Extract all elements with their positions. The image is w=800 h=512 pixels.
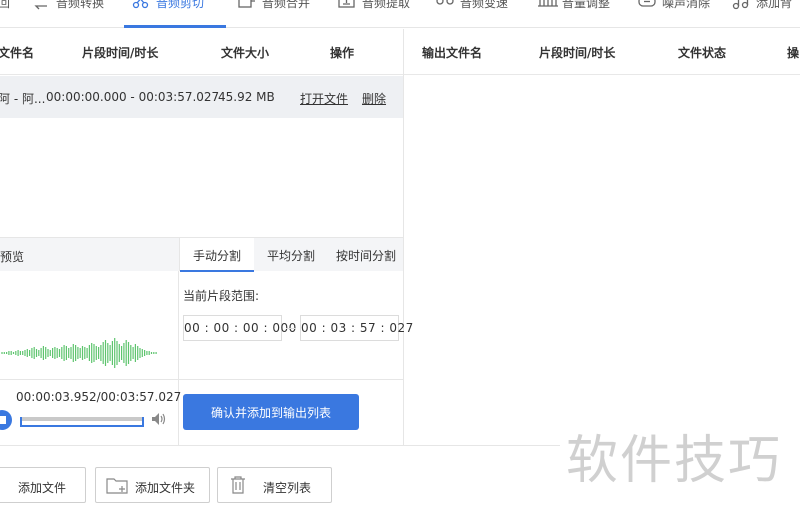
toolbar-item-label: 音频剪切	[156, 0, 205, 10]
music-note-icon	[732, 0, 750, 10]
header-output-status: 文件状态	[678, 46, 727, 60]
toolbar-item-speed[interactable]: 音频变速	[436, 0, 508, 28]
add-file-button[interactable]: 添加文件	[0, 467, 86, 503]
volume-adjust-icon	[538, 0, 558, 10]
split-settings: 当前片段范围: 00 : 00 : 00 : 000 00 : 03 : 57 …	[179, 271, 413, 379]
header-filename: 文件名	[0, 46, 35, 60]
toolbar-item-label: 噪声消除	[662, 0, 711, 10]
convert-icon	[32, 0, 50, 10]
preview-header: 预览	[0, 237, 179, 271]
add-folder-label: 添加文件夹	[135, 481, 196, 495]
input-table-header: 文件名 片段时间/时长 文件大小 操作	[0, 29, 403, 75]
row-size: 45.92 MB	[218, 90, 275, 104]
header-output-filename: 输出文件名	[422, 46, 483, 60]
extract-icon	[338, 0, 356, 10]
stop-button[interactable]	[0, 410, 12, 430]
row-range: 00:00:00.000 - 00:03:57.027	[46, 90, 220, 104]
toolbar-item-label: 音频变速	[460, 0, 509, 10]
toolbar-item-noise[interactable]: 噪声消除	[638, 0, 710, 28]
top-toolbar: 回 音频转换 音频剪切 音频合并 音频提取 音频变速 音量调整 噪声消除 添加背	[0, 0, 800, 28]
waveform-graphic	[1, 338, 157, 368]
play-time-readout: 00:00:03.952/00:03:57.027	[16, 390, 182, 404]
active-tab-indicator	[124, 25, 226, 28]
progress-fill	[22, 417, 142, 421]
toolbar-item-cut[interactable]: 音频剪切	[132, 0, 204, 28]
start-time-input[interactable]: 00 : 00 : 00 : 000	[183, 315, 296, 341]
toolbar-item-volume[interactable]: 音量调整	[538, 0, 610, 28]
output-file-panel: 输出文件名 片段时间/时长 文件状态 操	[404, 29, 800, 445]
audio-player: 00:00:03.952/00:03:57.027	[0, 379, 182, 445]
merge-icon	[238, 0, 256, 10]
speed-icon	[436, 0, 454, 10]
toolbar-item-label: 添加背	[756, 0, 793, 10]
header-size: 文件大小	[221, 46, 270, 60]
confirm-area: 确认并添加到输出列表	[179, 379, 403, 445]
toolbar-item-home[interactable]: 回	[0, 0, 10, 28]
volume-icon[interactable]	[151, 412, 167, 426]
add-folder-button[interactable]: 添加文件夹	[95, 467, 210, 503]
toolbar-item-label: 音频转换	[56, 0, 105, 10]
tab-manual-split[interactable]: 手动分割	[180, 238, 254, 272]
clear-list-button[interactable]: 清空列表	[217, 467, 332, 503]
tab-average-split[interactable]: 平均分割	[254, 238, 328, 272]
input-file-panel: 文件名 片段时间/时长 文件大小 操作 阿 - 阿... 00:00:00.00…	[0, 29, 413, 445]
watermark-text: 软件技巧	[566, 431, 783, 491]
header-range: 片段时间/时长	[82, 46, 159, 60]
playback-progress[interactable]	[20, 417, 144, 427]
folder-icon	[106, 476, 128, 494]
toolbar-item-merge[interactable]: 音频合并	[238, 0, 310, 28]
toolbar-item-extract[interactable]: 音频提取	[338, 0, 410, 28]
toolbar-item-add-bgm[interactable]: 添加背	[732, 0, 792, 28]
clear-list-label: 清空列表	[263, 481, 312, 495]
tab-time-split[interactable]: 按时间分割	[328, 238, 404, 272]
trash-icon	[230, 476, 250, 494]
noise-icon	[638, 0, 656, 10]
toolbar-item-label: 回	[0, 0, 11, 10]
toolbar-item-label: 音量调整	[562, 0, 611, 10]
row-filename: 阿 - 阿...	[0, 92, 46, 106]
preview-label: 预览	[0, 250, 25, 264]
add-file-label: 添加文件	[18, 481, 67, 495]
header-action: 操作	[330, 46, 355, 60]
range-label: 当前片段范围:	[183, 289, 260, 303]
delete-link[interactable]: 删除	[362, 90, 386, 107]
toolbar-item-label: 音频提取	[362, 0, 411, 10]
output-table-header: 输出文件名 片段时间/时长 文件状态 操	[404, 29, 800, 75]
split-mode-tabs: 手动分割 平均分割 按时间分割	[179, 237, 404, 272]
end-time-input[interactable]: 00 : 03 : 57 : 027	[300, 315, 413, 341]
header-output-action: 操	[787, 46, 800, 60]
toolbar-item-label: 音频合并	[262, 0, 311, 10]
toolbar-item-convert[interactable]: 音频转换	[32, 0, 104, 28]
table-row[interactable]: 阿 - 阿... 00:00:00.000 - 00:03:57.027 45.…	[0, 76, 403, 118]
open-file-link[interactable]: 打开文件	[300, 90, 348, 107]
scissors-icon	[132, 0, 150, 10]
time-separator	[286, 328, 296, 329]
confirm-add-button[interactable]: 确认并添加到输出列表	[183, 394, 359, 430]
waveform-preview[interactable]	[0, 271, 179, 379]
header-output-range: 片段时间/时长	[539, 46, 616, 60]
divider	[0, 445, 560, 446]
